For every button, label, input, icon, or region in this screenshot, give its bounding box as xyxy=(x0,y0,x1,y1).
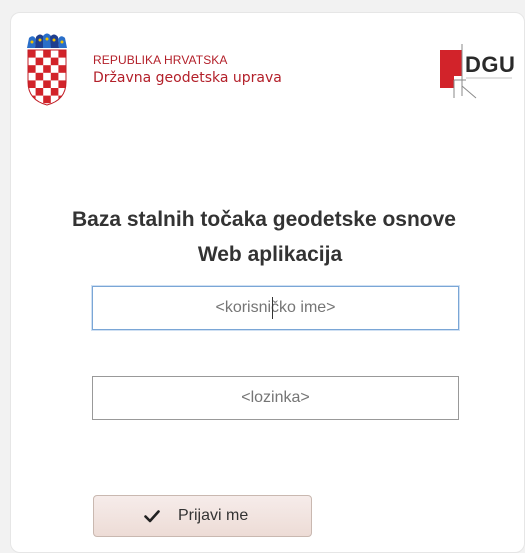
country-name: REPUBLIKA HRVATSKA xyxy=(93,53,228,67)
agency-name: Državna geodetska uprava xyxy=(93,70,282,87)
page-subtitle: Web aplikacija xyxy=(197,243,343,266)
username-input[interactable] xyxy=(92,286,459,330)
croatia-coat-of-arms-icon xyxy=(27,33,67,106)
checkmark-icon xyxy=(144,510,160,523)
text-cursor xyxy=(272,297,273,319)
dgu-logo-text: DGU xyxy=(465,52,516,77)
login-button[interactable]: Prijavi me xyxy=(93,495,312,537)
page-background: REPUBLIKA HRVATSKA Državna geodetska upr… xyxy=(0,0,525,553)
password-input[interactable] xyxy=(92,376,459,420)
login-button-label: Prijavi me xyxy=(178,507,249,524)
page-title: Baza stalnih točaka geodetske osnove xyxy=(72,208,456,231)
government-name: REPUBLIKA HRVATSKA Državna geodetska upr… xyxy=(93,53,282,87)
